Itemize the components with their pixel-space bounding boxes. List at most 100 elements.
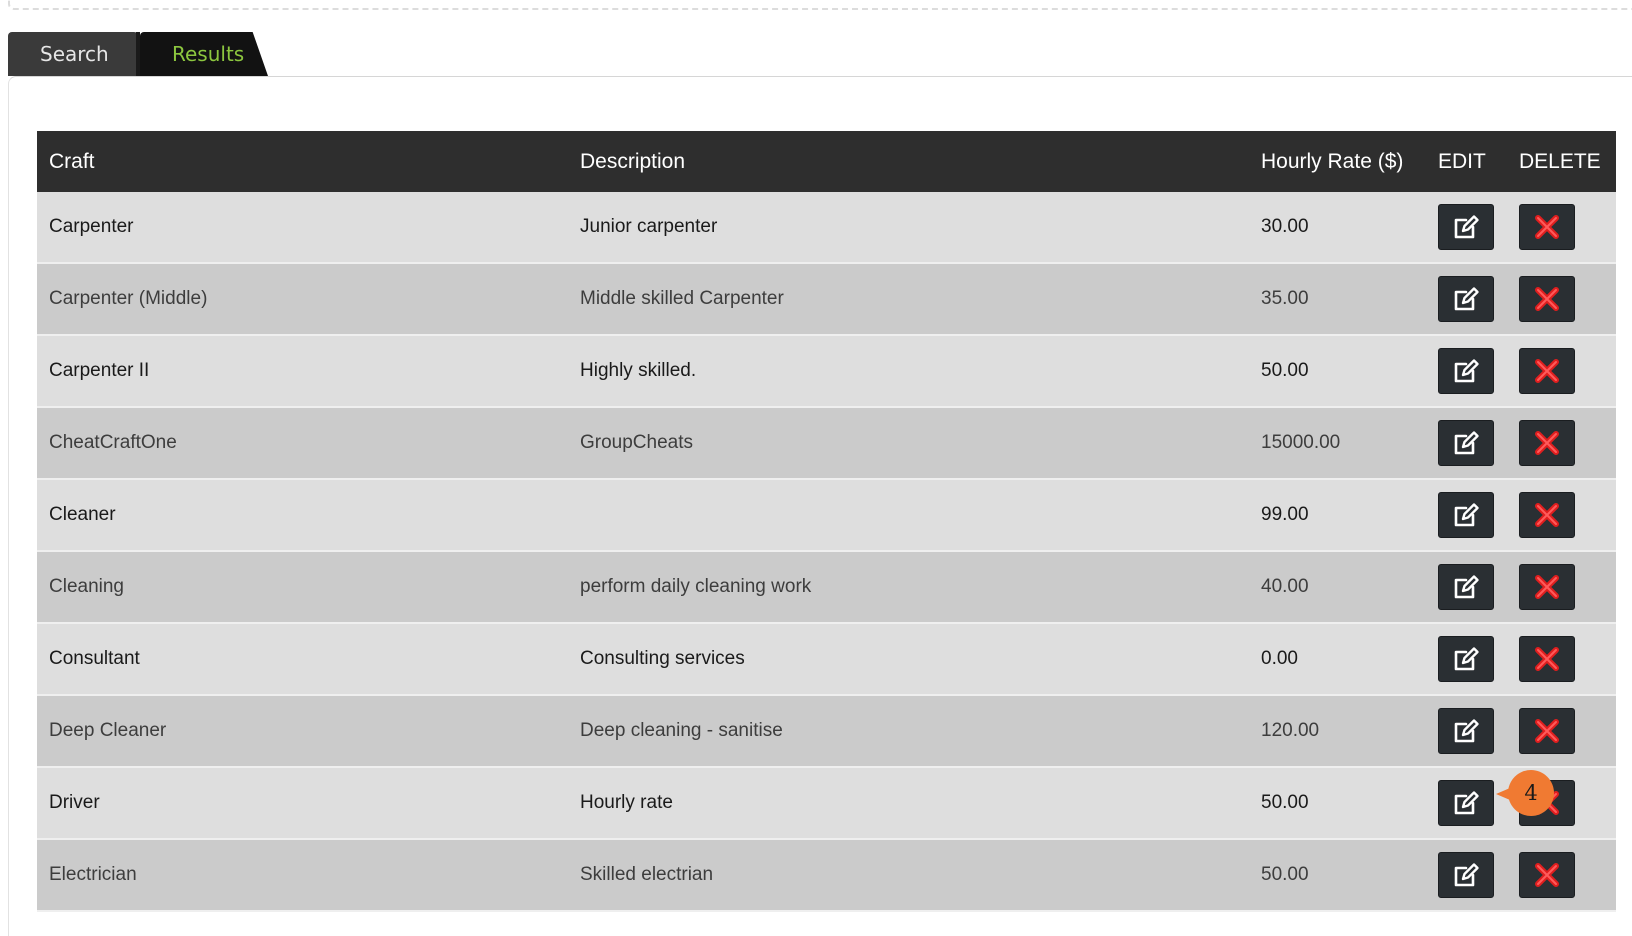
column-header-hourly-rate: Hourly Rate ($) — [1249, 131, 1426, 192]
cell-edit — [1426, 767, 1507, 840]
edit-pencil-icon — [1454, 215, 1479, 239]
cell-delete — [1507, 192, 1616, 264]
edit-button[interactable] — [1438, 852, 1494, 898]
cell-description: Highly skilled. — [568, 335, 1249, 408]
cell-craft: Cleaner — [37, 479, 568, 552]
cell-craft: Cleaning — [37, 551, 568, 624]
cell-delete — [1507, 839, 1616, 912]
red-x-icon — [1535, 863, 1559, 887]
red-x-icon — [1535, 647, 1559, 671]
delete-button[interactable] — [1519, 708, 1575, 754]
edit-button[interactable] — [1438, 348, 1494, 394]
table-row: Cleaner 99.00 — [37, 479, 1616, 552]
cell-hourly-rate: 120.00 — [1249, 695, 1426, 768]
cell-edit — [1426, 263, 1507, 336]
red-x-icon — [1535, 215, 1559, 239]
edit-button[interactable] — [1438, 708, 1494, 754]
edit-button[interactable] — [1438, 420, 1494, 466]
cell-craft: Consultant — [37, 623, 568, 696]
cell-hourly-rate: 50.00 — [1249, 335, 1426, 408]
cell-description: Consulting services — [568, 623, 1249, 696]
table-row: Consultant Consulting services 0.00 — [37, 623, 1616, 696]
tab-results[interactable]: Results — [140, 32, 268, 76]
delete-button[interactable] — [1519, 204, 1575, 250]
red-x-icon — [1535, 719, 1559, 743]
cell-description: Skilled electrian — [568, 839, 1249, 912]
cell-edit — [1426, 551, 1507, 624]
tab-search[interactable]: Search — [8, 32, 140, 76]
cell-hourly-rate: 50.00 — [1249, 767, 1426, 840]
cell-delete — [1507, 335, 1616, 408]
cell-description: Junior carpenter — [568, 192, 1249, 264]
cell-description: perform daily cleaning work — [568, 551, 1249, 624]
tab-bar: Search Results — [8, 32, 268, 76]
cell-edit — [1426, 335, 1507, 408]
delete-button[interactable] — [1519, 348, 1575, 394]
cell-delete — [1507, 479, 1616, 552]
cell-hourly-rate: 35.00 — [1249, 263, 1426, 336]
cell-edit — [1426, 695, 1507, 768]
cell-delete — [1507, 551, 1616, 624]
cell-craft: Carpenter II — [37, 335, 568, 408]
edit-pencil-icon — [1454, 863, 1479, 887]
cell-delete — [1507, 407, 1616, 480]
column-header-description: Description — [568, 131, 1249, 192]
edit-pencil-icon — [1454, 647, 1479, 671]
cell-hourly-rate: 50.00 — [1249, 839, 1426, 912]
edit-pencil-icon — [1454, 719, 1479, 743]
edit-button[interactable] — [1438, 636, 1494, 682]
cell-delete — [1507, 695, 1616, 768]
cell-hourly-rate: 0.00 — [1249, 623, 1426, 696]
cell-hourly-rate: 15000.00 — [1249, 407, 1426, 480]
edit-button[interactable] — [1438, 204, 1494, 250]
cell-description: Hourly rate — [568, 767, 1249, 840]
cell-edit — [1426, 407, 1507, 480]
cell-craft: Electrician — [37, 839, 568, 912]
step-callout-badge: 4 — [1508, 770, 1554, 816]
edit-button[interactable] — [1438, 780, 1494, 826]
delete-button[interactable] — [1519, 564, 1575, 610]
table-row: Carpenter II Highly skilled. 50.00 — [37, 335, 1616, 408]
edit-button[interactable] — [1438, 276, 1494, 322]
table-header: Craft Description Hourly Rate ($) EDIT D… — [37, 131, 1616, 192]
red-x-icon — [1535, 287, 1559, 311]
edit-pencil-icon — [1454, 287, 1479, 311]
table-row: Carpenter Junior carpenter 30.00 — [37, 192, 1616, 264]
red-x-icon — [1535, 575, 1559, 599]
delete-button[interactable] — [1519, 420, 1575, 466]
cell-edit — [1426, 623, 1507, 696]
cell-hourly-rate: 40.00 — [1249, 551, 1426, 624]
cell-hourly-rate: 99.00 — [1249, 479, 1426, 552]
column-header-delete: DELETE — [1507, 131, 1616, 192]
table-row: Cleaning perform daily cleaning work 40.00 — [37, 551, 1616, 624]
table-row: Deep Cleaner Deep cleaning - sanitise 120.… — [37, 695, 1616, 768]
cell-edit — [1426, 192, 1507, 264]
red-x-icon — [1535, 359, 1559, 383]
red-x-icon — [1535, 503, 1559, 527]
edit-pencil-icon — [1454, 503, 1479, 527]
cell-delete — [1507, 623, 1616, 696]
table-row: Electrician Skilled electrian 50.00 — [37, 839, 1616, 912]
table-row: Carpenter (Middle) Middle skilled Carpent… — [37, 263, 1616, 336]
cell-description: GroupCheats — [568, 407, 1249, 480]
edit-button[interactable] — [1438, 564, 1494, 610]
edit-pencil-icon — [1454, 359, 1479, 383]
red-x-icon — [1535, 431, 1559, 455]
delete-button[interactable] — [1519, 492, 1575, 538]
cell-craft: Driver — [37, 767, 568, 840]
delete-button[interactable] — [1519, 852, 1575, 898]
column-header-edit: EDIT — [1426, 131, 1507, 192]
column-header-craft: Craft — [37, 131, 568, 192]
cell-craft: Deep Cleaner — [37, 695, 568, 768]
cell-delete — [1507, 263, 1616, 336]
table-row: CheatCraftOne GroupCheats 15000.00 — [37, 407, 1616, 480]
delete-button[interactable] — [1519, 636, 1575, 682]
cell-craft: Carpenter (Middle) — [37, 263, 568, 336]
delete-button[interactable] — [1519, 276, 1575, 322]
cell-edit — [1426, 479, 1507, 552]
edit-button[interactable] — [1438, 492, 1494, 538]
top-frame-border — [8, 0, 1632, 10]
table-row: Driver Hourly rate 50.00 — [37, 767, 1616, 840]
edit-pencil-icon — [1454, 791, 1479, 815]
craft-table: Craft Description Hourly Rate ($) EDIT D… — [37, 131, 1616, 912]
